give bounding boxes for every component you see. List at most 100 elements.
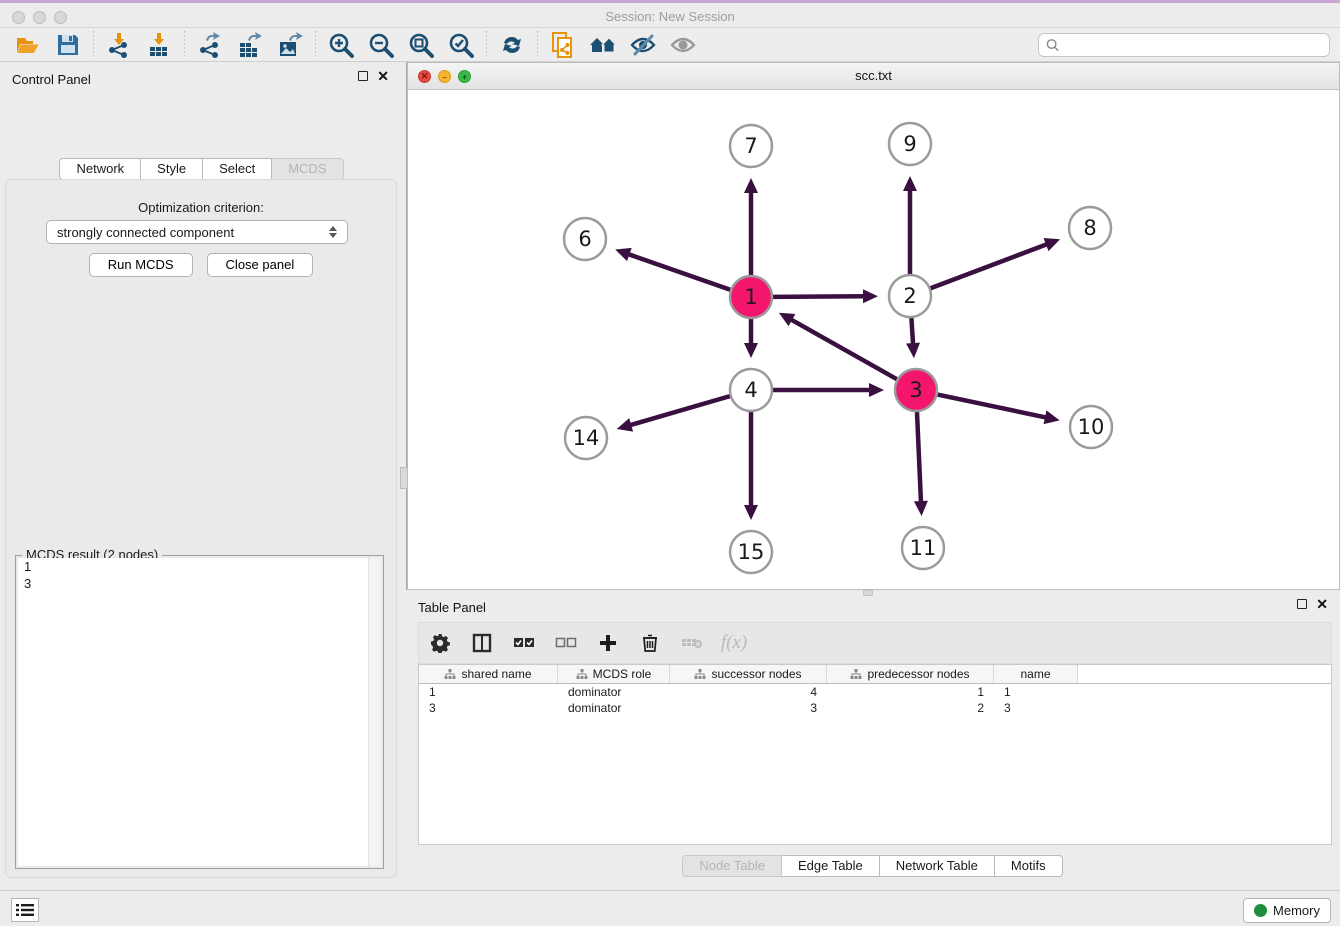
graph-edge-2-8[interactable] xyxy=(931,244,1048,288)
graph-node-label: 9 xyxy=(903,132,916,156)
first-neighbors-icon xyxy=(588,31,618,59)
add-column-button[interactable] xyxy=(597,632,619,654)
new-network-from-selection-button[interactable] xyxy=(543,30,583,60)
function-builder-button[interactable]: f(x) xyxy=(723,632,745,654)
show-all-icon xyxy=(669,31,697,59)
task-history-button[interactable] xyxy=(11,898,39,922)
search-icon xyxy=(1045,37,1060,53)
tab-network[interactable]: Network xyxy=(59,158,141,180)
open-file-button[interactable] xyxy=(8,30,48,60)
table-row[interactable]: 3 dominator 3 2 3 xyxy=(419,700,1331,716)
import-table-icon xyxy=(145,31,173,59)
graph-edge-arrowhead xyxy=(744,505,758,520)
import-table-button[interactable] xyxy=(139,30,179,60)
show-column-button[interactable] xyxy=(471,632,493,654)
network-window-titlebar[interactable]: ✕ – + scc.txt xyxy=(408,63,1339,90)
cell-name: 1 xyxy=(994,685,1078,699)
graph-node-label: 14 xyxy=(573,426,600,450)
graph-edge-2-3[interactable] xyxy=(911,318,913,345)
table-panel-title: Table Panel xyxy=(418,600,486,615)
tab-network-table[interactable]: Network Table xyxy=(880,855,995,877)
list-icon xyxy=(16,903,34,917)
delete-table-button[interactable] xyxy=(681,632,703,654)
save-session-button[interactable] xyxy=(48,30,88,60)
delete-column-button[interactable] xyxy=(639,632,661,654)
close-panel-button[interactable]: Close panel xyxy=(207,253,314,277)
apply-layout-button[interactable] xyxy=(492,30,532,60)
delete-table-icon xyxy=(681,633,703,653)
float-panel-icon[interactable] xyxy=(1297,599,1307,609)
mcds-result-item: 1 xyxy=(18,558,381,575)
main-toolbar xyxy=(0,28,1340,62)
column-header-shared-name[interactable]: shared name xyxy=(419,665,558,683)
zoom-fit-button[interactable] xyxy=(401,30,441,60)
tab-select[interactable]: Select xyxy=(203,158,272,180)
graph-edge-1-6[interactable] xyxy=(627,254,730,290)
criterion-dropdown[interactable]: strongly connected component xyxy=(46,220,348,244)
search-field[interactable] xyxy=(1038,33,1330,57)
graph-node-label: 3 xyxy=(909,378,922,402)
zoom-selected-button[interactable] xyxy=(441,30,481,60)
apply-layout-icon xyxy=(498,31,526,59)
show-all-button[interactable] xyxy=(663,30,703,60)
optimization-criterion-label: Optimization criterion: xyxy=(6,200,396,215)
unselect-all-icon xyxy=(555,633,577,653)
graph-edge-3-10[interactable] xyxy=(938,395,1047,418)
network-canvas[interactable]: 7968124314101511 xyxy=(408,90,1339,589)
export-table-button[interactable] xyxy=(230,30,270,60)
graph-edge-3-11[interactable] xyxy=(917,412,921,503)
result-scrollbar[interactable] xyxy=(368,558,381,866)
select-all-button[interactable] xyxy=(513,632,535,654)
float-panel-icon[interactable] xyxy=(358,71,368,81)
column-header-predecessor-nodes[interactable]: predecessor nodes xyxy=(827,665,994,683)
memory-label: Memory xyxy=(1273,903,1320,918)
column-header-successor-nodes[interactable]: successor nodes xyxy=(670,665,827,683)
graph-edge-3-1[interactable] xyxy=(790,319,897,379)
save-session-icon xyxy=(54,31,82,59)
first-neighbors-button[interactable] xyxy=(583,30,623,60)
close-panel-icon[interactable]: ✕ xyxy=(1316,599,1328,609)
cell-shared-name: 3 xyxy=(419,701,558,715)
graph-edge-arrowhead xyxy=(906,343,920,358)
zoom-in-button[interactable] xyxy=(321,30,361,60)
zoom-out-button[interactable] xyxy=(361,30,401,60)
search-input[interactable] xyxy=(1060,38,1323,53)
export-table-icon xyxy=(236,31,264,59)
hide-selection-button[interactable] xyxy=(623,30,663,60)
memory-button[interactable]: Memory xyxy=(1243,898,1331,923)
export-network-button[interactable] xyxy=(190,30,230,60)
table-row[interactable]: 1 dominator 4 1 1 xyxy=(419,684,1331,700)
column-header-name[interactable]: name xyxy=(994,665,1078,683)
zoom-out-icon xyxy=(367,31,395,59)
criterion-value: strongly connected component xyxy=(57,225,234,240)
table-panel-tabs: Node Table Edge Table Network Table Moti… xyxy=(405,855,1340,877)
export-image-button[interactable] xyxy=(270,30,310,60)
control-panel-window-buttons: ✕ xyxy=(358,71,389,81)
network-graph[interactable]: 7968124314101511 xyxy=(408,90,1339,590)
tab-node-table[interactable]: Node Table xyxy=(682,855,782,877)
tab-style[interactable]: Style xyxy=(141,158,203,180)
graph-edge-arrowhead xyxy=(744,178,758,193)
add-icon xyxy=(598,633,618,653)
tab-mcds[interactable]: MCDS xyxy=(272,158,343,180)
graph-edge-arrowhead xyxy=(1044,238,1061,251)
import-network-button[interactable] xyxy=(99,30,139,60)
mcds-result-list[interactable]: 1 3 xyxy=(18,558,381,866)
unselect-all-button[interactable] xyxy=(555,632,577,654)
export-network-icon xyxy=(196,31,224,59)
show-column-icon xyxy=(472,633,492,653)
control-panel: Control Panel ✕ Network Style Select MCD… xyxy=(0,62,403,890)
tab-motifs[interactable]: Motifs xyxy=(995,855,1063,877)
run-mcds-button[interactable]: Run MCDS xyxy=(89,253,193,277)
graph-edge-4-14[interactable] xyxy=(629,396,730,425)
table-panel: Table Panel ✕ xyxy=(405,596,1340,890)
column-header-mcds-role[interactable]: MCDS role xyxy=(558,665,670,683)
settings-gear-button[interactable] xyxy=(429,632,451,654)
close-panel-icon[interactable]: ✕ xyxy=(377,71,389,81)
hide-selection-icon xyxy=(629,31,657,59)
memory-status-icon xyxy=(1254,904,1267,917)
tab-edge-table[interactable]: Edge Table xyxy=(782,855,880,877)
status-bar: Memory xyxy=(0,890,1340,926)
graph-edge-1-2[interactable] xyxy=(773,296,865,297)
graph-edge-arrowhead xyxy=(1044,410,1060,424)
